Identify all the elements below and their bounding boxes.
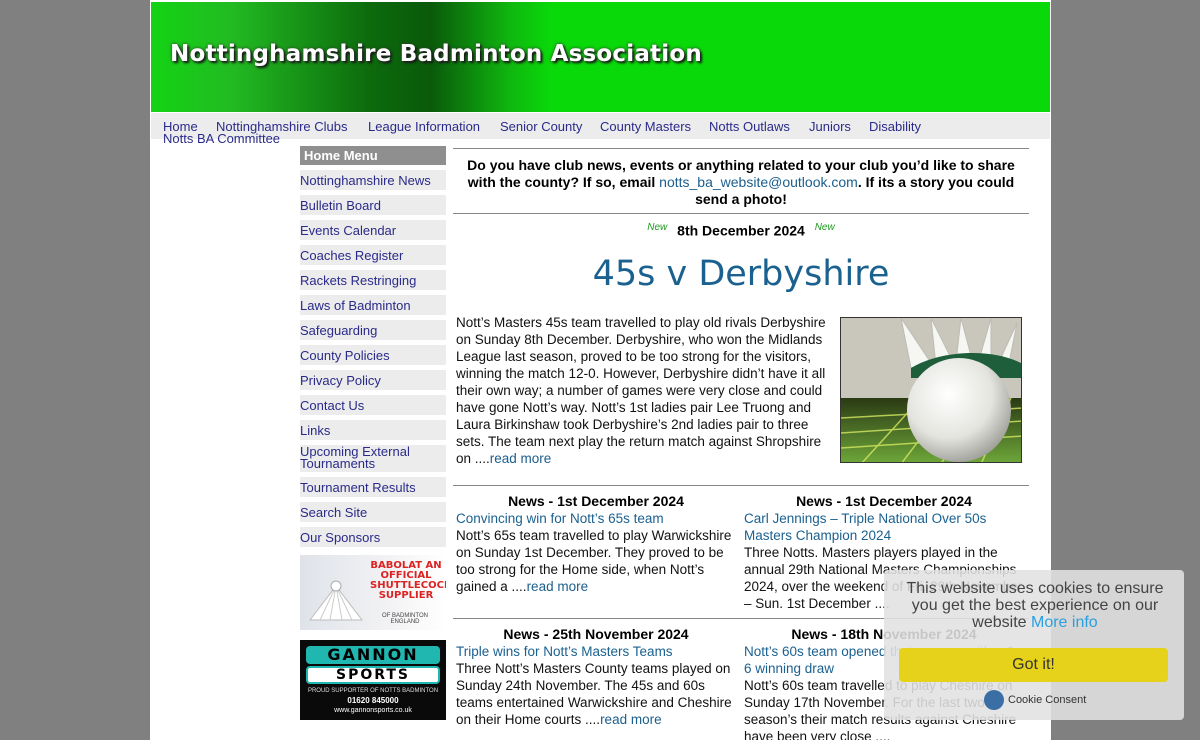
- shuttlecock-photo[interactable]: [840, 317, 1022, 463]
- news-heading: News - 1st December 2024: [796, 493, 972, 509]
- nav-committee[interactable]: Notts BA Committee: [163, 131, 280, 146]
- cookie-more-info-link[interactable]: More info: [1031, 614, 1098, 631]
- feature-story: Nott’s Masters 45s team travelled to pla…: [453, 307, 1029, 485]
- shuttlecock-photo-image: [841, 318, 1021, 462]
- nav-outlaws[interactable]: Notts Outlaws: [709, 119, 790, 134]
- nav-masters[interactable]: County Masters: [600, 119, 691, 134]
- feature-story-text: Nott’s Masters 45s team travelled to pla…: [456, 314, 832, 467]
- babolat-ad-subtext: OF BADMINTON ENGLAND: [382, 613, 428, 625]
- news-heading: News - 25th November 2024: [503, 626, 689, 642]
- feature-headline[interactable]: 45s v Derbyshire: [453, 240, 1029, 307]
- shuttlecock-icon: [308, 580, 364, 621]
- sidebar-item-safeguarding[interactable]: Safeguarding: [300, 320, 446, 340]
- cookie-consent-logo: Cookie Consent: [984, 690, 1086, 711]
- gannon-tagline: PROUD SUPPORTER OF NOTTS BADMINTON: [307, 688, 439, 694]
- gannon-logo-line1: GANNON: [306, 646, 440, 664]
- sponsor-gannon-ad[interactable]: GANNON SPORTS PROUD SUPPORTER OF NOTTS B…: [300, 640, 446, 720]
- sidebar-menu: Home Menu Nottinghamshire News Bulletin …: [300, 146, 446, 720]
- sidebar-item-external-tournaments[interactable]: Upcoming External Tournaments: [300, 445, 446, 472]
- notice-email-link[interactable]: notts_ba_website@outlook.com: [659, 174, 858, 190]
- sidebar-item-policies[interactable]: County Policies: [300, 345, 446, 365]
- club-news-notice: Do you have club news, events or anythin…: [453, 149, 1029, 213]
- sidebar-item-contact[interactable]: Contact Us: [300, 395, 446, 415]
- site-title: Nottinghamshire Badminton Association: [170, 41, 702, 67]
- sponsor-babolat-ad[interactable]: BABOLAT AN OFFICIAL SHUTTLECOCK SUPPLIER…: [300, 555, 446, 630]
- news-body: Nott’s 65s team travelled to play Warwic…: [456, 528, 732, 594]
- sidebar-item-search[interactable]: Search Site: [300, 502, 446, 522]
- cookie-message: This website uses cookies to ensure you …: [906, 580, 1164, 631]
- news-read-more-link[interactable]: read more: [600, 712, 662, 727]
- sidebar-item-events[interactable]: Events Calendar: [300, 220, 446, 240]
- nav-league[interactable]: League Information: [368, 119, 480, 134]
- feature-body: Nott’s Masters 45s team travelled to pla…: [456, 315, 826, 466]
- gannon-logo-line2: SPORTS: [306, 666, 440, 684]
- feature-date-row: New 8th December 2024 New: [453, 214, 1029, 240]
- sidebar-item-coaches[interactable]: Coaches Register: [300, 245, 446, 265]
- news-read-more-link[interactable]: read more: [527, 579, 589, 594]
- news-title-link[interactable]: Convincing win for Nott’s 65s team: [456, 510, 736, 527]
- news-title-link[interactable]: Carl Jennings – Triple National Over 50s…: [744, 510, 1024, 544]
- new-badge: New: [647, 222, 668, 233]
- feature-date: 8th December 2024: [677, 222, 805, 239]
- sidebar-item-privacy[interactable]: Privacy Policy: [300, 370, 446, 390]
- gannon-phone: 01620 845000: [347, 696, 399, 705]
- news-item: News - 25th November 2024 Triple wins fo…: [456, 626, 736, 728]
- new-badge: New: [814, 222, 835, 233]
- news-body: Three Nott’s Masters County teams played…: [456, 661, 732, 727]
- sidebar-item-sponsors[interactable]: Our Sponsors: [300, 527, 446, 547]
- feature-read-more-link[interactable]: read more: [490, 451, 552, 466]
- nav-juniors[interactable]: Juniors: [809, 119, 851, 134]
- cookie-consent-icon: [984, 690, 1004, 711]
- cookie-accept-button[interactable]: Got it!: [899, 648, 1168, 682]
- news-heading: News - 1st December 2024: [508, 493, 684, 509]
- sidebar-item-laws[interactable]: Laws of Badminton: [300, 295, 446, 315]
- nav-senior[interactable]: Senior County: [500, 119, 582, 134]
- news-title-link[interactable]: Triple wins for Nott’s Masters Teams: [456, 643, 736, 660]
- nav-disability[interactable]: Disability: [869, 119, 921, 134]
- sidebar-item-news[interactable]: Nottinghamshire News: [300, 170, 446, 190]
- sidebar-item-restringing[interactable]: Rackets Restringing: [300, 270, 446, 290]
- cookie-consent-banner: This website uses cookies to ensure you …: [884, 570, 1184, 720]
- sidebar-item-links[interactable]: Links: [300, 420, 446, 440]
- sidebar-item-results[interactable]: Tournament Results: [300, 477, 446, 497]
- news-item: News - 1st December 2024 Convincing win …: [456, 493, 736, 595]
- gannon-website: www.gannonsports.co.uk: [334, 707, 412, 714]
- sidebar-title: Home Menu: [300, 146, 446, 165]
- babolat-ad-text: BABOLAT AN OFFICIAL SHUTTLECOCK SUPPLIER: [370, 560, 446, 601]
- site-banner: Nottinghamshire Badminton Association: [151, 2, 1050, 112]
- sidebar-item-bulletin[interactable]: Bulletin Board: [300, 195, 446, 215]
- top-navigation: Home Nottinghamshire Clubs League Inform…: [151, 113, 1050, 146]
